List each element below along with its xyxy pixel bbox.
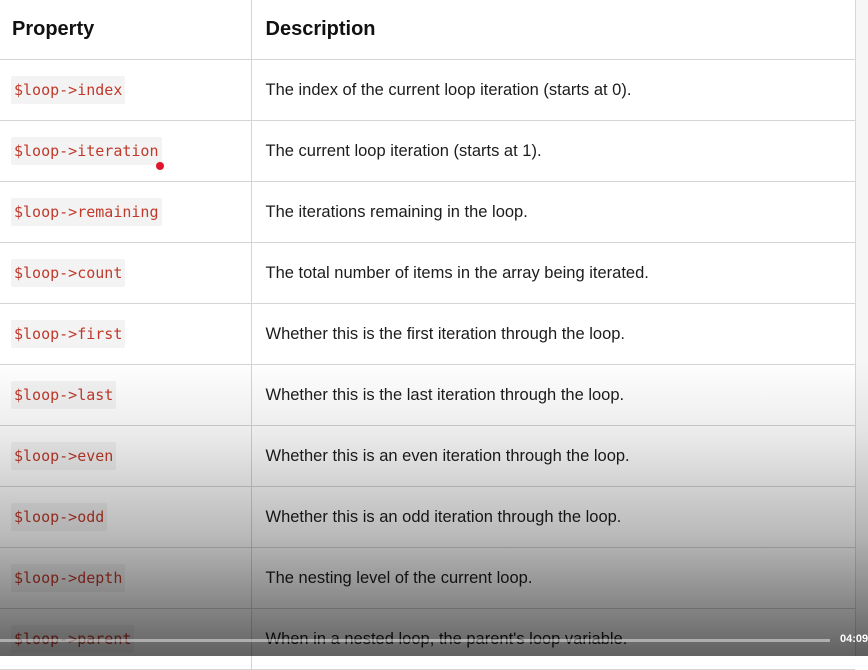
- property-cell: $loop->first: [0, 303, 252, 365]
- right-edge-strip: [856, 0, 868, 656]
- table-row: $loop->first Whether this is the first i…: [0, 303, 855, 365]
- property-code: $loop->even: [11, 442, 117, 470]
- property-code: $loop->iteration: [11, 137, 162, 165]
- property-cell: $loop->remaining: [0, 181, 252, 243]
- loop-properties-table: Property Description $loop->index The in…: [0, 0, 855, 670]
- description-cell: The index of the current loop iteration …: [251, 59, 855, 121]
- description-cell: Whether this is the last iteration throu…: [251, 364, 855, 426]
- description-cell: The current loop iteration (starts at 1)…: [251, 120, 855, 182]
- table-row: $loop->index The index of the current lo…: [0, 59, 855, 121]
- property-code: $loop->index: [11, 76, 126, 104]
- table-row: $loop->iteration The current loop iterat…: [0, 120, 855, 182]
- table-header-row: Property Description: [0, 0, 855, 60]
- content-frame: Property Description $loop->index The in…: [0, 0, 856, 670]
- video-timestamp: 04:09: [840, 633, 868, 645]
- property-cell: $loop->iteration: [0, 120, 252, 182]
- property-code: $loop->remaining: [11, 198, 162, 226]
- property-cell: $loop->count: [0, 242, 252, 304]
- property-cell: $loop->depth: [0, 547, 252, 609]
- header-property: Property: [0, 0, 252, 60]
- property-cell: $loop->last: [0, 364, 252, 426]
- table-row: $loop->remaining The iterations remainin…: [0, 181, 855, 243]
- property-code: $loop->last: [11, 381, 117, 409]
- property-code: $loop->odd: [11, 503, 108, 531]
- description-cell: The iterations remaining in the loop.: [251, 181, 855, 243]
- table-row: $loop->depth The nesting level of the cu…: [0, 547, 855, 609]
- property-cell: $loop->odd: [0, 486, 252, 548]
- property-cell: $loop->even: [0, 425, 252, 487]
- table-row: $loop->even Whether this is an even iter…: [0, 425, 855, 487]
- description-cell: The total number of items in the array b…: [251, 242, 855, 304]
- table-row: $loop->odd Whether this is an odd iterat…: [0, 486, 855, 548]
- property-code: $loop->depth: [11, 564, 126, 592]
- video-progress-bar[interactable]: [0, 639, 830, 642]
- table-row: $loop->last Whether this is the last ite…: [0, 364, 855, 426]
- property-code: $loop->first: [11, 320, 126, 348]
- description-cell: The nesting level of the current loop.: [251, 547, 855, 609]
- table-row: $loop->count The total number of items i…: [0, 242, 855, 304]
- header-description: Description: [251, 0, 855, 60]
- cursor-highlight-dot: [156, 162, 164, 170]
- property-code: $loop->count: [11, 259, 126, 287]
- description-cell: Whether this is an even iteration throug…: [251, 425, 855, 487]
- property-cell: $loop->index: [0, 59, 252, 121]
- description-cell: Whether this is an odd iteration through…: [251, 486, 855, 548]
- description-cell: Whether this is the first iteration thro…: [251, 303, 855, 365]
